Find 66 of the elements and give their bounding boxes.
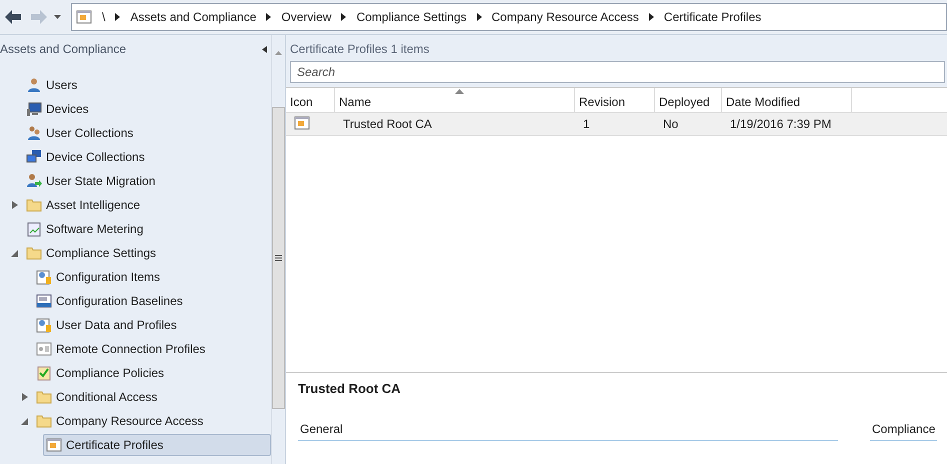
tree-item[interactable]: Compliance Policies <box>33 362 168 384</box>
list-title: Certificate Profiles 1 items <box>290 42 430 56</box>
table-cell-text: 1 <box>582 117 591 131</box>
separator-icon <box>648 13 654 21</box>
checklist-window-icon <box>36 293 52 309</box>
table-row[interactable]: Trusted Root CA 1 No 1/19/2016 7:39 PM <box>286 112 947 136</box>
computers-icon <box>26 149 42 165</box>
collapse-icon[interactable] <box>10 248 20 258</box>
tree-item[interactable]: Device Collections <box>23 146 148 168</box>
section-heading: Compliance <box>870 420 938 441</box>
tree-item[interactable]: Configuration Items <box>33 266 164 288</box>
address-bar[interactable]: \ Assets and Compliance Overview Compliance Settings Company Resource Access Certificate Profiles <box>71 3 947 31</box>
folder-icon <box>36 413 52 429</box>
expand-icon[interactable] <box>20 392 30 402</box>
tree-item[interactable]: User State Migration <box>23 170 158 192</box>
tree-item[interactable]: Compliance Settings <box>23 242 160 264</box>
tree-item[interactable]: Asset Intelligence <box>23 194 144 216</box>
table-cell-text: 1/19/2016 7:39 PM <box>729 117 832 131</box>
tree-item[interactable]: Company Resource Access <box>33 410 206 432</box>
tree-item[interactable]: Configuration Baselines <box>33 290 186 312</box>
remote-window-icon <box>36 341 52 357</box>
table-cell-text: Trusted Root CA <box>342 117 433 131</box>
chart-window-icon <box>26 221 42 237</box>
scroll-thumb[interactable] <box>272 107 285 409</box>
tree-item[interactable]: Software Metering <box>23 218 146 240</box>
separator-icon <box>476 13 482 21</box>
folder-icon <box>36 389 52 405</box>
breadcrumb-item[interactable]: Certificate Profiles <box>664 10 762 24</box>
scrollbar[interactable] <box>271 35 285 464</box>
section-heading: General <box>298 420 838 441</box>
separator-icon <box>341 13 346 21</box>
separator-icon <box>266 13 272 21</box>
tree-item[interactable]: Remote Connection Profiles <box>33 338 208 360</box>
dropdown-icon[interactable] <box>54 15 61 19</box>
user-arrow-icon <box>26 173 42 189</box>
collapse-pane-icon[interactable] <box>262 46 267 52</box>
settings-document-icon <box>36 317 52 333</box>
expand-icon[interactable] <box>10 200 20 210</box>
search-field[interactable]: Search <box>290 61 946 83</box>
pane-title: Assets and Compliance <box>0 42 126 56</box>
breadcrumb-item[interactable]: Compliance Settings <box>356 10 466 24</box>
computer-icon <box>26 101 42 117</box>
certificate-icon <box>76 9 92 25</box>
users-icon <box>26 125 42 141</box>
details-title: Trusted Root CA <box>298 381 402 396</box>
collapse-icon[interactable] <box>20 416 30 426</box>
tree-item[interactable]: User Data and Profiles <box>33 314 180 336</box>
breadcrumb-item[interactable]: Overview <box>281 10 332 24</box>
table-cell-text: No <box>662 117 680 131</box>
folder-icon <box>26 245 42 261</box>
breadcrumb-item[interactable]: Company Resource Access <box>492 10 639 24</box>
tree-item[interactable]: Certificate Profiles <box>43 434 271 456</box>
tree-item[interactable]: Devices <box>23 98 92 120</box>
breadcrumb-root[interactable]: \ <box>102 10 106 24</box>
folder-icon <box>26 197 42 213</box>
certificate-icon <box>294 114 310 130</box>
separator-icon <box>115 13 120 21</box>
checkmark-document-icon <box>36 365 52 381</box>
certificate-icon <box>46 437 62 453</box>
tree-item[interactable]: Conditional Access <box>33 386 160 408</box>
settings-document-icon <box>36 269 52 285</box>
tree-item[interactable]: User Collections <box>23 122 136 144</box>
breadcrumb-item[interactable]: Assets and Compliance <box>130 10 256 24</box>
tree-item[interactable]: Users <box>23 74 80 96</box>
user-icon <box>26 77 42 93</box>
grip-icon <box>275 255 282 261</box>
